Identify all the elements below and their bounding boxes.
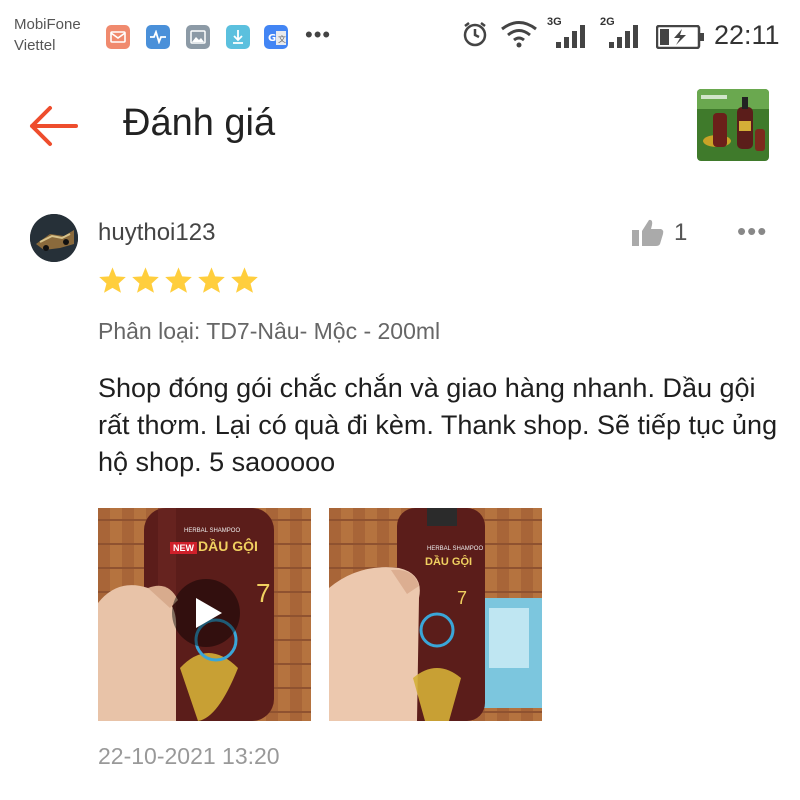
- like-count: 1: [674, 219, 688, 246]
- star-icon: [198, 267, 225, 293]
- reviewer-username[interactable]: huythoi123: [98, 219, 215, 247]
- download-icon: [226, 25, 250, 49]
- carrier-info: MobiFone Viettel: [14, 14, 81, 56]
- star-icon: [99, 267, 126, 293]
- clock: 22:11: [714, 20, 780, 50]
- bottle-label-number: 7: [457, 588, 468, 608]
- avatar[interactable]: [30, 214, 78, 262]
- review-date: 22-10-2021 13:20: [98, 743, 280, 769]
- review-text: Shop đóng gói chắc chắn và giao hàng nha…: [98, 373, 778, 477]
- alarm-icon: [461, 20, 489, 53]
- google-translate-icon: G文: [264, 25, 288, 49]
- rating-stars: [98, 266, 259, 294]
- page-title: Đánh giá: [123, 102, 276, 144]
- health-icon: [146, 25, 170, 49]
- bottle-label-number: 7: [256, 578, 271, 608]
- star-icon: [132, 267, 159, 293]
- bottle-label-herbal: HERBAL SHAMPOO: [184, 528, 241, 534]
- product-variant: Phân loại: TD7-Nâu- Mộc - 200ml: [98, 318, 441, 344]
- mail-icon: [106, 25, 130, 49]
- like-icon[interactable]: [630, 218, 666, 253]
- review-photo-thumbnail[interactable]: HERBAL SHAMPOO DẦU GỘI 7: [329, 508, 542, 721]
- product-thumbnail[interactable]: [697, 89, 769, 161]
- more-options-icon[interactable]: •••: [737, 216, 767, 247]
- gallery-icon: [186, 25, 210, 49]
- signal-icon-1: [555, 24, 587, 53]
- bottle-label-brand: DẦU GỘI: [198, 538, 258, 554]
- more-notifications-icon: •••: [305, 22, 332, 47]
- wifi-icon: [500, 20, 538, 53]
- bottle-label-brand: DẦU GỘI: [425, 556, 473, 568]
- carrier-name-2: Viettel: [14, 37, 56, 54]
- battery-charging-icon: [655, 24, 706, 54]
- signal-icon-2: [608, 24, 640, 53]
- review-video-thumbnail[interactable]: HERBAL SHAMPOO NEW DẦU GỘI 7: [98, 508, 311, 721]
- svg-text:文: 文: [278, 34, 286, 44]
- bottle-label-herbal: HERBAL SHAMPOO: [427, 546, 484, 552]
- star-icon: [231, 267, 258, 293]
- star-icon: [165, 267, 192, 293]
- back-arrow-icon[interactable]: [28, 104, 80, 153]
- bottle-label-new: NEW: [170, 542, 197, 554]
- carrier-name-1: MobiFone: [14, 16, 81, 33]
- svg-text:G: G: [268, 33, 276, 44]
